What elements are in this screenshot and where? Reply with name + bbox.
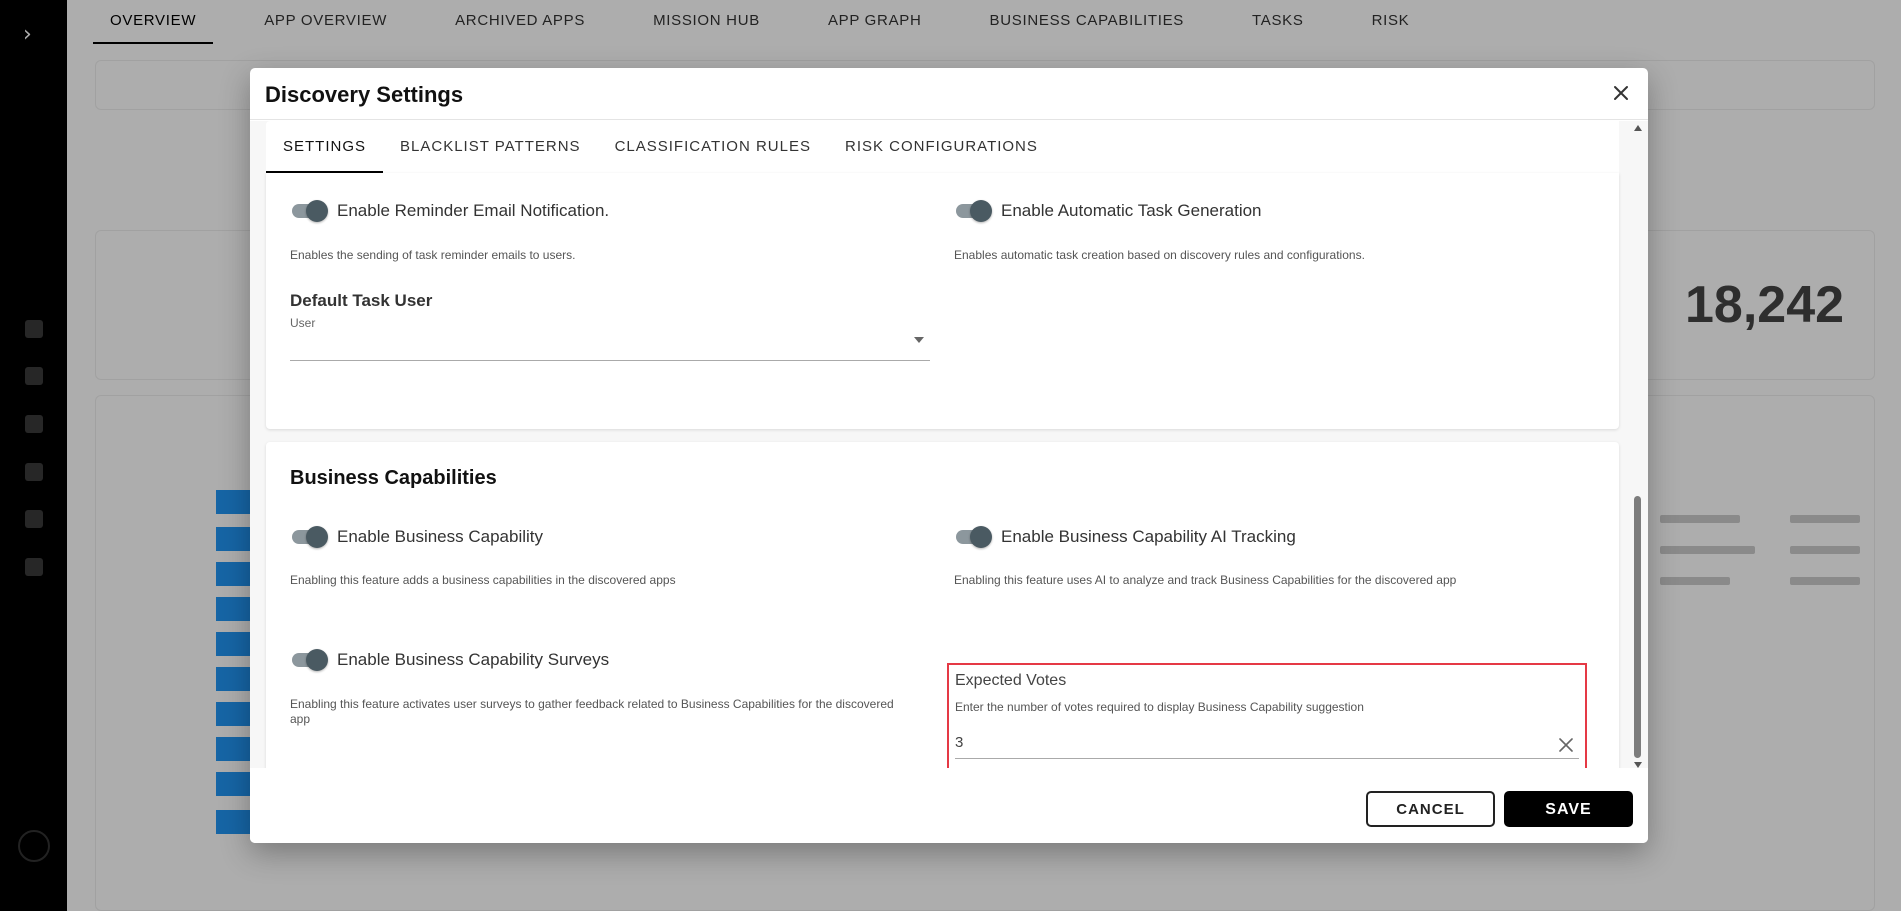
cancel-button[interactable]: CANCEL [1366, 791, 1495, 827]
dialog-header: Discovery Settings [250, 68, 1648, 120]
surveys-help-line: Enabling this feature activates user sur… [290, 697, 894, 711]
settings-tabs: SETTINGS BLACKLIST PATTERNS CLASSIFICATI… [266, 121, 1619, 173]
auto-task-row: Enable Automatic Task Generation [954, 200, 1262, 222]
auto-task-toggle[interactable] [954, 200, 992, 222]
surveys-help-line: app [290, 712, 311, 726]
business-capability-help: Enabling this feature adds a business ca… [290, 573, 676, 587]
clear-icon[interactable] [1559, 737, 1573, 752]
tab-classification-rules[interactable]: CLASSIFICATION RULES [598, 121, 828, 173]
business-capabilities-title: Business Capabilities [290, 467, 497, 489]
reminder-email-toggle[interactable] [290, 200, 328, 222]
auto-task-help: Enables automatic task creation based on… [954, 248, 1365, 262]
dialog-body: SETTINGS BLACKLIST PATTERNS CLASSIFICATI… [250, 121, 1648, 768]
tab-risk-configurations[interactable]: RISK CONFIGURATIONS [828, 121, 1055, 173]
reminder-email-help: Enables the sending of task reminder ema… [290, 248, 576, 262]
surveys-help: Enabling this feature activates user sur… [290, 697, 930, 727]
tab-blacklist-patterns[interactable]: BLACKLIST PATTERNS [383, 121, 598, 173]
surveys-label: Enable Business Capability Surveys [337, 650, 610, 669]
dropdown-arrow-icon [914, 337, 924, 343]
dialog-scrollbar[interactable] [1632, 121, 1642, 768]
save-button[interactable]: SAVE [1504, 791, 1633, 827]
auto-task-label: Enable Automatic Task Generation [1001, 201, 1262, 220]
default-task-user-title: Default Task User [290, 291, 433, 310]
ai-tracking-help: Enabling this feature uses AI to analyze… [954, 573, 1457, 587]
ai-tracking-row: Enable Business Capability AI Tracking [954, 526, 1296, 548]
business-capability-label: Enable Business Capability [337, 527, 544, 546]
expected-votes-input[interactable]: 3 [955, 731, 1579, 759]
reminder-email-row: Enable Reminder Email Notification. [290, 200, 609, 222]
surveys-row: Enable Business Capability Surveys [290, 649, 609, 671]
reminder-email-label: Enable Reminder Email Notification. [337, 201, 610, 220]
dialog-title: Discovery Settings [265, 82, 464, 107]
tab-settings[interactable]: SETTINGS [266, 121, 384, 173]
close-icon[interactable] [1608, 80, 1634, 106]
dialog-footer: CANCEL SAVE [250, 768, 1648, 843]
business-capability-row: Enable Business Capability [290, 526, 543, 548]
discovery-settings-dialog: Discovery Settings SETTINGS BLACKLIST PA… [250, 68, 1648, 843]
expected-votes-value: 3 [955, 734, 964, 751]
surveys-toggle[interactable] [290, 649, 328, 671]
scrollbar-thumb[interactable] [1634, 496, 1641, 758]
user-select-label: User [290, 316, 316, 330]
ai-tracking-label: Enable Business Capability AI Tracking [1001, 527, 1296, 546]
expected-votes-help: Enter the number of votes required to di… [955, 700, 1364, 714]
ai-tracking-toggle[interactable] [954, 526, 992, 548]
scroll-up-arrow-icon[interactable] [1634, 125, 1642, 131]
expected-votes-title: Expected Votes [955, 672, 1067, 689]
business-capability-toggle[interactable] [290, 526, 328, 548]
tasks-settings-section: Enable Reminder Email Notification. Enab… [266, 173, 1619, 429]
user-select[interactable] [290, 333, 930, 361]
expected-votes-field: Expected Votes Enter the number of votes… [947, 663, 1587, 768]
